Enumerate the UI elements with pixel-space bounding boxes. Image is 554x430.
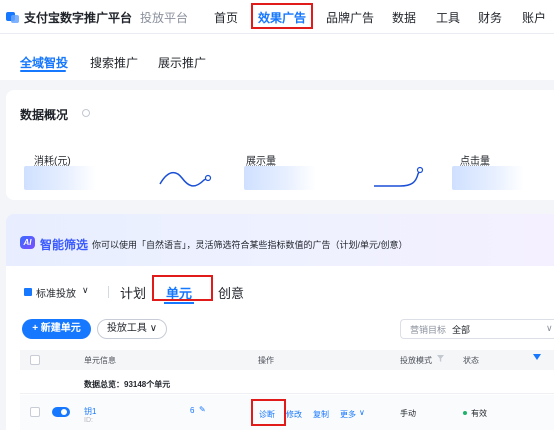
marketing-goal-value: 全部 xyxy=(452,325,471,335)
metric-spend-value-placeholder xyxy=(24,166,96,190)
new-unit-button[interactable]: + 新建单元 xyxy=(22,319,91,339)
nav-home[interactable]: 首页 xyxy=(214,9,238,26)
status-badge: 有效 xyxy=(471,409,487,418)
divider xyxy=(20,393,554,394)
ai-icon: AI xyxy=(20,236,35,249)
standard-delivery-dropdown[interactable]: 标准投放 xyxy=(36,285,76,300)
column-status: 状态 xyxy=(463,356,479,365)
metric-impressions-label[interactable]: 展示量 xyxy=(246,152,276,167)
highlight-box-diagnose xyxy=(251,399,286,426)
metric-clicks-label[interactable]: 点击量 xyxy=(460,152,490,167)
highlight-box-nav xyxy=(251,3,313,29)
nav-tools[interactable]: 工具 xyxy=(436,9,460,26)
overview-title: 数据概况 xyxy=(20,108,69,122)
row-checkbox[interactable] xyxy=(30,407,40,417)
delivery-tools-button[interactable]: 投放工具 ∨ xyxy=(97,319,167,339)
nav-brand-ads[interactable]: 品牌广告 xyxy=(326,9,374,26)
edit-link[interactable]: 修改 xyxy=(286,409,302,420)
nav-account[interactable]: 账户 xyxy=(522,9,546,26)
status-dot-icon xyxy=(463,411,467,415)
tab-display[interactable]: 展示推广 xyxy=(158,54,206,71)
tab-plan[interactable]: 计划 xyxy=(120,283,146,302)
more-link[interactable]: 更多 xyxy=(340,409,356,420)
spend-trend-sparkline xyxy=(159,171,212,187)
platform-name: 投放平台 xyxy=(140,11,189,25)
column-actions: 操作 xyxy=(258,356,274,365)
highlight-box-unit-tab xyxy=(152,275,213,301)
active-tab-indicator xyxy=(164,302,194,304)
sub-tab-bar xyxy=(0,34,554,80)
info-icon[interactable] xyxy=(82,109,90,117)
tab-creative[interactable]: 创意 xyxy=(218,283,244,302)
tab-all-domain[interactable]: 全域智投 xyxy=(20,54,68,71)
impressions-trend-sparkline xyxy=(374,166,424,187)
select-all-checkbox[interactable] xyxy=(30,355,40,365)
unit-id: ID: xyxy=(84,417,93,424)
unit-name-link[interactable]: 钥1 xyxy=(84,406,96,417)
active-tab-indicator xyxy=(20,70,66,72)
smart-filter-description: 你可以使用「自然语言」，灵活筛选符合某些指标数值的广告（计划/单元/创意） xyxy=(92,240,408,250)
smart-filter-title: 智能筛选 xyxy=(40,238,89,252)
chevron-down-icon[interactable]: ∨ xyxy=(546,323,553,334)
unit-count: 6 xyxy=(190,406,195,415)
delivery-mode: 手动 xyxy=(400,409,416,418)
divider xyxy=(108,286,109,298)
toggle-knob xyxy=(61,409,67,415)
copy-link[interactable]: 复制 xyxy=(313,409,329,420)
metric-clicks-value-placeholder xyxy=(452,166,524,190)
column-delivery-mode: 投放模式 xyxy=(400,356,432,365)
chevron-down-icon[interactable]: ∨ xyxy=(359,408,365,417)
standard-delivery-icon xyxy=(24,288,32,296)
data-summary: 数据总览：93148个单元 xyxy=(84,380,171,389)
metric-impressions-value-placeholder xyxy=(244,166,316,190)
marketing-goal-label: 营销目标 xyxy=(410,325,447,335)
filter-funnel-icon[interactable] xyxy=(437,355,444,362)
nav-finance[interactable]: 财务 xyxy=(478,9,502,26)
filter-icon[interactable] xyxy=(533,354,541,360)
nav-data[interactable]: 数据 xyxy=(392,9,416,26)
column-unit-info: 单元信息 xyxy=(84,356,116,365)
metric-spend-label[interactable]: 消耗(元) xyxy=(34,152,71,167)
tab-search[interactable]: 搜索推广 xyxy=(90,54,138,71)
brand-logo-icon xyxy=(6,12,19,23)
chevron-down-icon[interactable]: ∨ xyxy=(82,285,89,296)
brand-name: 支付宝数字推广平台 xyxy=(24,11,133,25)
edit-pencil-icon[interactable]: ✎ xyxy=(199,405,206,414)
